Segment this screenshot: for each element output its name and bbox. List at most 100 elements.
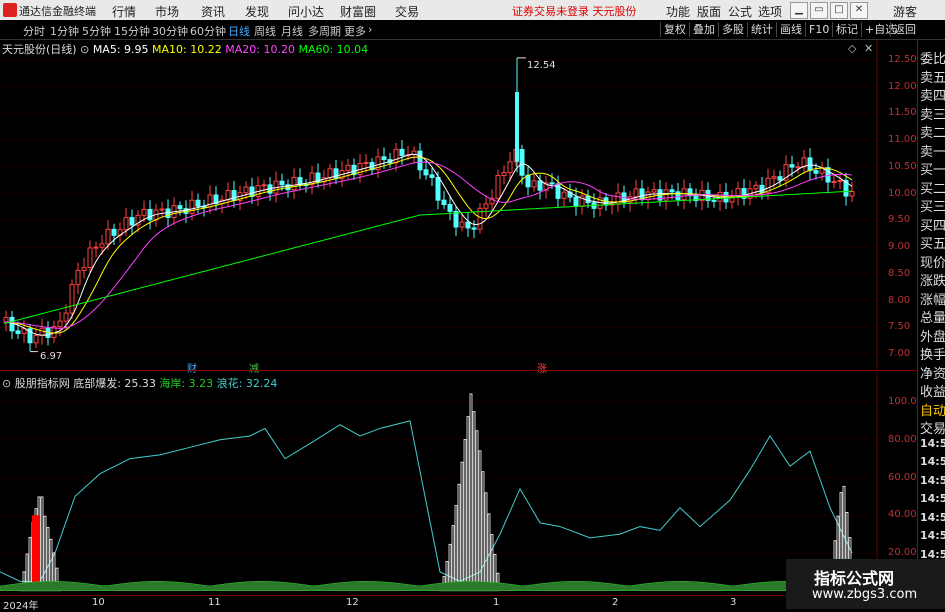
- close-icon[interactable]: ✕: [850, 2, 868, 19]
- candle-body: [129, 217, 135, 226]
- maximize-icon[interactable]: □: [830, 2, 848, 19]
- dibu-label: 底部爆发: 25.33: [73, 377, 156, 390]
- side-item-9[interactable]: 买四: [920, 215, 945, 234]
- period-multi[interactable]: 多周期: [308, 23, 341, 39]
- candle-body: [99, 243, 105, 248]
- f10-button[interactable]: F10: [805, 22, 832, 37]
- candle-body: [363, 161, 369, 164]
- side-item-11[interactable]: 现价: [920, 252, 945, 271]
- period-15min[interactable]: 15分钟: [114, 23, 150, 39]
- side-item-12[interactable]: 涨跌: [920, 270, 945, 289]
- candle-body: [735, 188, 741, 197]
- candle-body: [123, 217, 129, 231]
- side-item-3[interactable]: 卖三: [920, 104, 945, 123]
- chevron-right-icon[interactable]: ›: [368, 23, 372, 36]
- candle-body: [831, 180, 837, 183]
- settings-circle-icon-sub[interactable]: ⊙: [2, 377, 11, 390]
- duogu-button[interactable]: 多股: [718, 22, 747, 37]
- login-warning[interactable]: 证券交易未登录 天元股份: [512, 3, 637, 19]
- side-item-13[interactable]: 涨幅: [920, 289, 945, 308]
- menu-item-xuanxiang[interactable]: 选项: [758, 3, 782, 20]
- tongji-button[interactable]: 统计: [747, 22, 776, 37]
- candle-body: [759, 184, 765, 194]
- side-item-26[interactable]: 14:56: [920, 529, 945, 542]
- back-button[interactable]: 返回: [890, 22, 919, 37]
- menu-item-gongneng[interactable]: 功能: [666, 3, 690, 20]
- side-item-19[interactable]: 自动: [920, 400, 945, 419]
- candle-body: [261, 184, 267, 187]
- indicator-chart[interactable]: [0, 372, 878, 595]
- langhua-label: 浪花: 32.24: [216, 377, 278, 390]
- biaoji-button[interactable]: 标记: [832, 22, 861, 37]
- period-30min[interactable]: 30分钟: [152, 23, 188, 39]
- dibu-bar: [457, 483, 461, 592]
- side-item-1[interactable]: 卖五: [920, 67, 945, 86]
- candle-body: [111, 228, 117, 236]
- candlestick-chart[interactable]: [0, 40, 878, 370]
- side-item-15[interactable]: 外盘: [920, 326, 945, 345]
- candle-body: [711, 199, 717, 202]
- side-item-8[interactable]: 买三: [920, 196, 945, 215]
- title-bar: 通达信金融终端 行情 市场 资讯 发现 问小达 财富圈 交易 证券交易未登录 天…: [0, 0, 945, 20]
- axis-label-feb: 2: [612, 597, 619, 608]
- candle-body: [771, 176, 777, 179]
- side-item-18[interactable]: 收益: [920, 381, 945, 400]
- side-item-25[interactable]: 14:56: [920, 511, 945, 524]
- minimize-small-icon[interactable]: ▁: [790, 2, 808, 19]
- period-monthly[interactable]: 月线: [281, 23, 303, 39]
- side-item-0[interactable]: 委比: [920, 48, 945, 67]
- side-item-17[interactable]: 净资: [920, 363, 945, 382]
- candle-body: [669, 189, 675, 193]
- candle-body: [93, 246, 99, 249]
- candle-body: [459, 221, 465, 228]
- user-label[interactable]: 游客: [893, 3, 917, 20]
- side-item-14[interactable]: 总量: [920, 307, 945, 326]
- menu-item-gongshi[interactable]: 公式: [728, 3, 752, 20]
- price-axis: 12.50 12.00 11.50 11.00 10.50 10.00 9.50 9.00 8.…: [878, 40, 917, 595]
- period-fenshi[interactable]: 分时: [23, 23, 45, 39]
- close-chart-icon[interactable]: ✕: [864, 42, 873, 55]
- side-item-22[interactable]: 14:55: [920, 455, 945, 468]
- side-item-23[interactable]: 14:55: [920, 474, 945, 487]
- candle-body: [849, 190, 855, 197]
- candle-body: [435, 176, 441, 201]
- fuquan-button[interactable]: 复权: [660, 22, 689, 37]
- menu-item-jiaoyi[interactable]: 交易: [395, 3, 419, 20]
- settings-circle-icon[interactable]: ⊙: [80, 43, 89, 56]
- period-1min[interactable]: 1分钟: [50, 23, 79, 39]
- side-item-20[interactable]: 交易: [920, 418, 945, 437]
- side-item-6[interactable]: 买一: [920, 159, 945, 178]
- period-60min[interactable]: 60分钟: [190, 23, 226, 39]
- period-5min[interactable]: 5分钟: [82, 23, 111, 39]
- side-item-16[interactable]: 换手: [920, 344, 945, 363]
- pin-icon[interactable]: ◇: [848, 42, 856, 55]
- huaxian-button[interactable]: 画线: [776, 22, 805, 37]
- menu-item-faxian[interactable]: 发现: [245, 3, 269, 20]
- menu-item-wenxiaoda[interactable]: 问小达: [288, 3, 324, 20]
- side-item-24[interactable]: 14:55: [920, 492, 945, 505]
- menu-item-hangqing[interactable]: 行情: [112, 3, 136, 20]
- menu-item-banmian[interactable]: 版面: [697, 3, 721, 20]
- dibu-bar: [487, 513, 491, 592]
- period-daily[interactable]: 日线: [228, 23, 250, 39]
- side-item-4[interactable]: 卖二: [920, 122, 945, 141]
- candle-body: [381, 156, 387, 161]
- chart-divider: [0, 370, 917, 371]
- side-item-21[interactable]: 14:55: [920, 437, 945, 450]
- price-tick: 10.50: [888, 160, 917, 172]
- diejia-button[interactable]: 叠加: [689, 22, 718, 37]
- candle-body: [399, 148, 405, 157]
- period-more[interactable]: 更多: [344, 23, 366, 39]
- side-item-2[interactable]: 卖四: [920, 85, 945, 104]
- side-item-5[interactable]: 卖一: [920, 141, 945, 160]
- menu-item-shichang[interactable]: 市场: [155, 3, 179, 20]
- candle-body: [57, 320, 63, 328]
- menu-item-caifuquan[interactable]: 财富圈: [340, 3, 376, 20]
- period-weekly[interactable]: 周线: [254, 23, 276, 39]
- side-item-10[interactable]: 买五: [920, 233, 945, 252]
- menu-item-zixun[interactable]: 资讯: [201, 3, 225, 20]
- candle-body: [813, 170, 819, 174]
- restore-icon[interactable]: ▭: [810, 2, 828, 19]
- side-item-7[interactable]: 买二: [920, 178, 945, 197]
- price-tick: 12.50: [888, 54, 917, 65]
